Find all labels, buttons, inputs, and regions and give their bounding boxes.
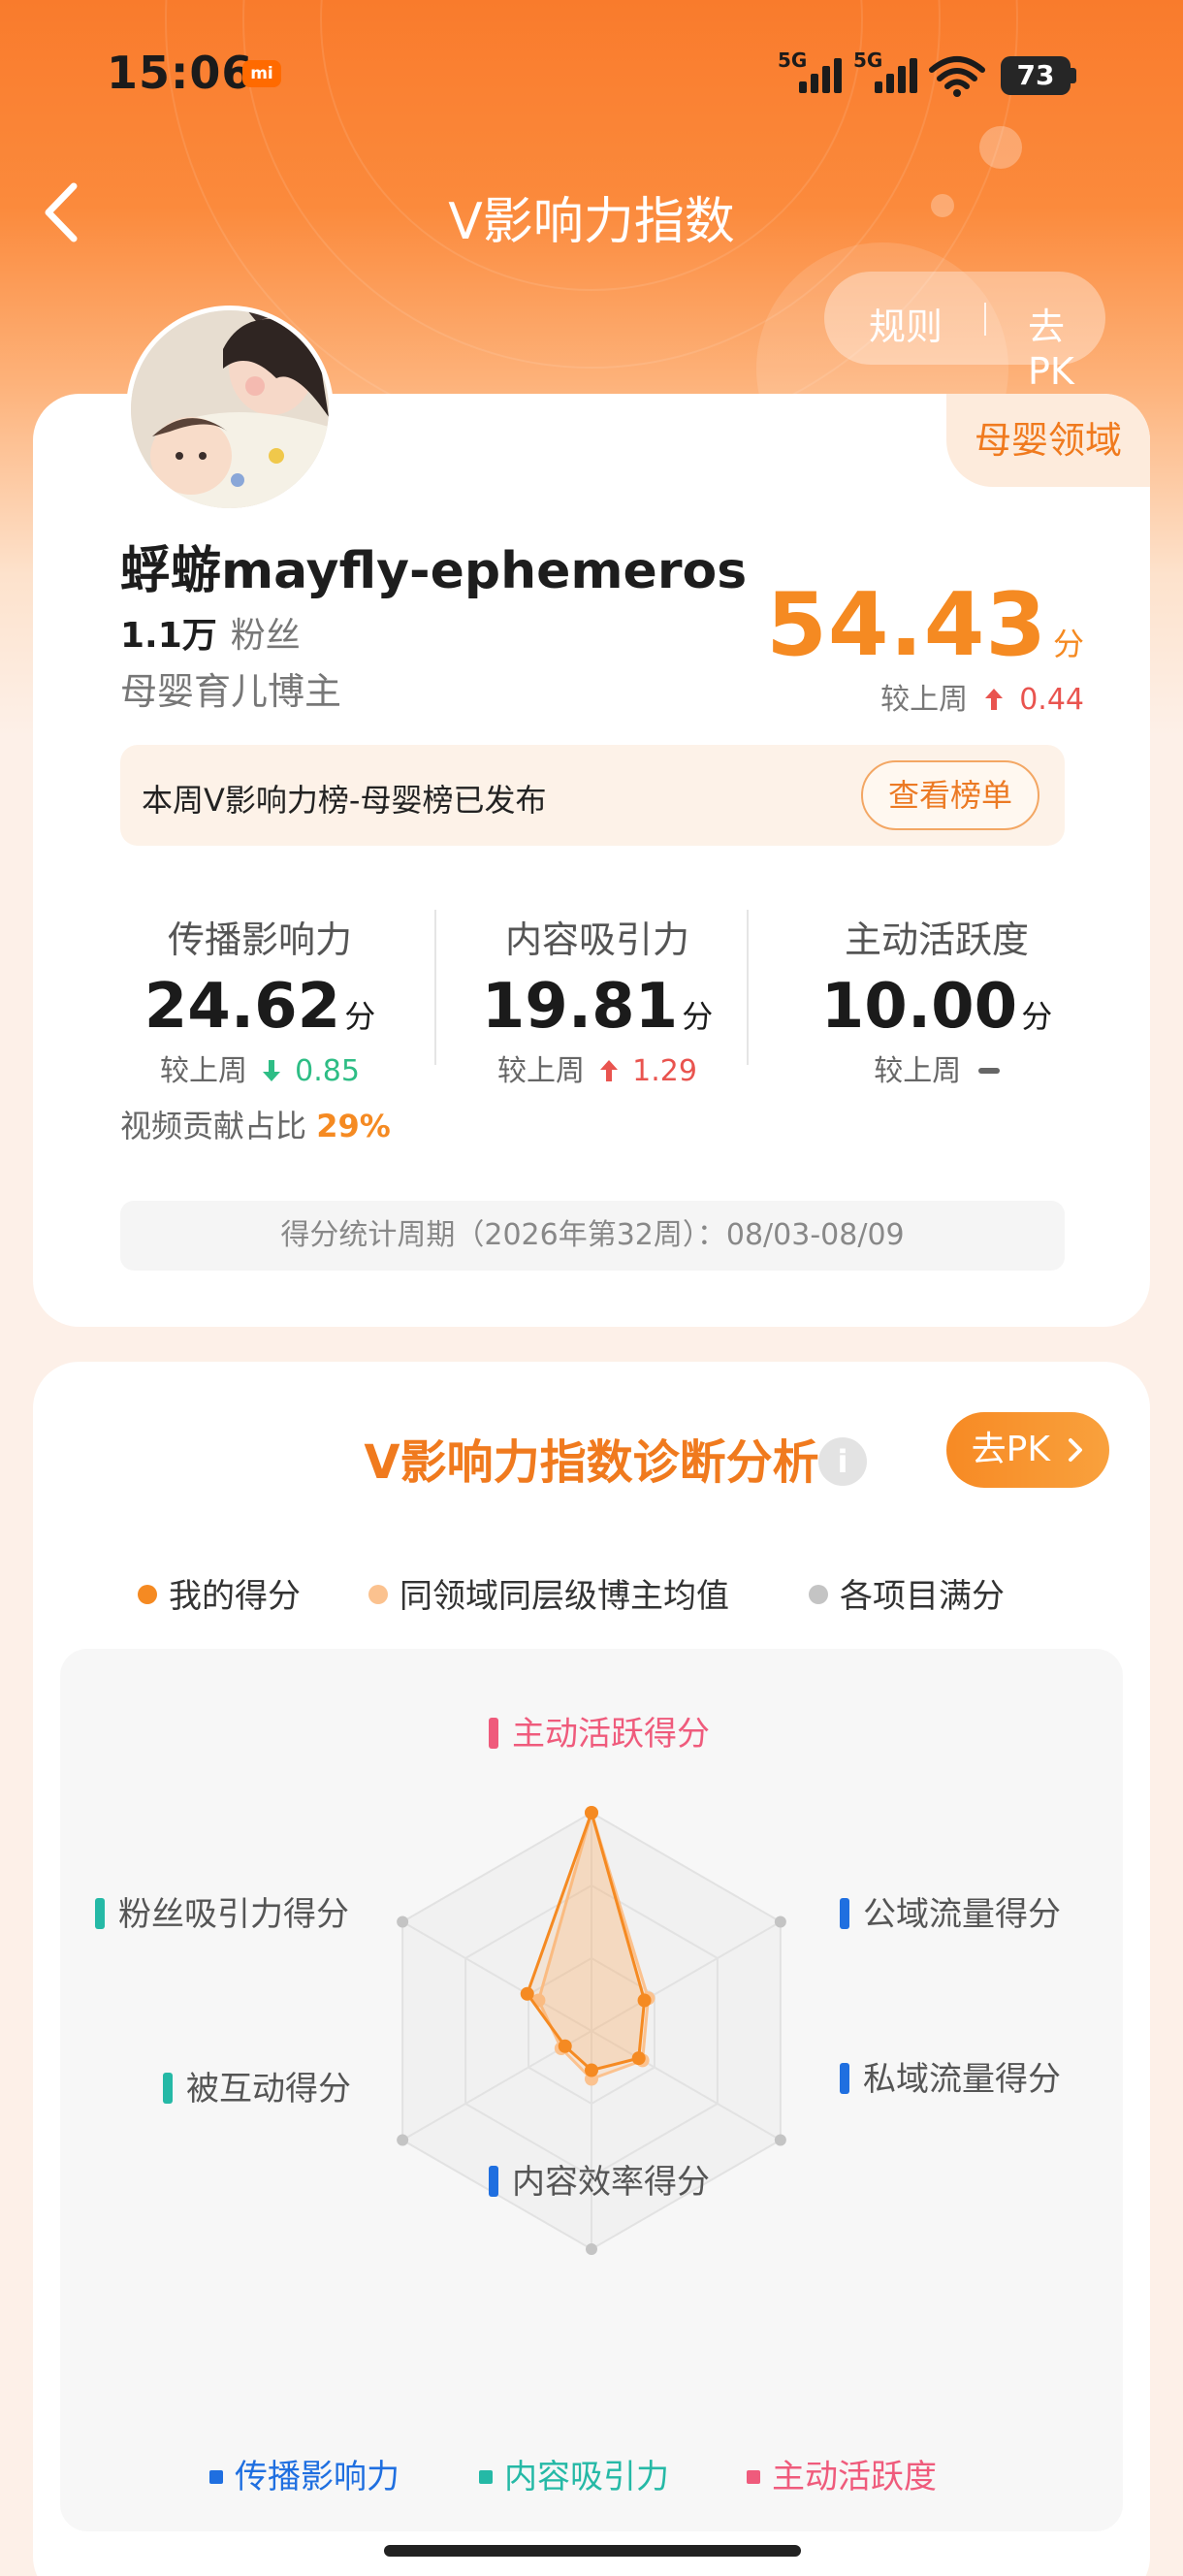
video-share: 视频贡献占比 29% bbox=[120, 1102, 391, 1146]
fans-label: 粉丝 bbox=[230, 616, 301, 656]
radar-point-mine bbox=[631, 2051, 646, 2066]
radar-point-full bbox=[397, 1916, 409, 1928]
metric-divider bbox=[434, 910, 436, 1065]
signal-icon: 5G bbox=[778, 48, 855, 97]
chevron-right-icon bbox=[1069, 1438, 1083, 1462]
total-score-unit: 分 bbox=[1052, 626, 1084, 662]
total-score-value: 54.43 bbox=[766, 574, 1047, 676]
metric-compare: 较上周 bbox=[782, 1046, 1092, 1089]
radar-point-mine bbox=[558, 2039, 572, 2053]
arrow-down-icon bbox=[262, 1060, 280, 1081]
group-legend-activity: 主动活跃度 bbox=[747, 2450, 937, 2497]
clock: 15:06 bbox=[107, 47, 254, 99]
radar-point-mine bbox=[585, 2063, 598, 2077]
video-share-label: 视频贡献占比 bbox=[120, 1108, 307, 1144]
pk-link[interactable]: 去PK bbox=[1028, 297, 1105, 393]
info-icon[interactable]: i bbox=[818, 1437, 867, 1486]
score-period: 得分统计周期（2026年第32周）：08/03-08/09 bbox=[120, 1201, 1065, 1271]
arrow-up-icon bbox=[599, 1060, 618, 1081]
delta-value: 0.44 bbox=[1019, 683, 1084, 717]
notice-text: 本周V影响力榜-母婴榜已发布 bbox=[142, 782, 547, 819]
total-score: 54.43 分 bbox=[766, 574, 1084, 676]
rules-link[interactable]: 规则 bbox=[869, 297, 943, 350]
metric-divider bbox=[747, 910, 749, 1065]
avatar[interactable] bbox=[126, 306, 334, 513]
legend-average: 同领域同层级博主均值 bbox=[368, 1569, 729, 1617]
arrow-up-icon bbox=[984, 689, 1003, 710]
axis-label-public-traffic: 公域流量得分 bbox=[840, 1887, 1061, 1935]
axis-label-private-traffic: 私域流量得分 bbox=[840, 2052, 1061, 2100]
metric-label: 主动活跃度 bbox=[844, 918, 1029, 961]
axis-label-fan-attraction: 粉丝吸引力得分 bbox=[95, 1887, 349, 1935]
axis-label-interaction: 被互动得分 bbox=[163, 2062, 351, 2109]
radar-panel: 主动活跃得分 公域流量得分 私域流量得分 内容效率得分 被互动得分 粉丝吸引力得… bbox=[60, 1649, 1123, 2531]
axis-label-activity: 主动活跃得分 bbox=[489, 1707, 710, 1755]
pill-divider bbox=[984, 303, 986, 336]
flat-dash-icon bbox=[977, 1068, 1000, 1074]
battery-tip bbox=[1071, 68, 1076, 83]
wifi-icon bbox=[929, 56, 985, 97]
metric-activity: 主动活跃度 10.00 分 较上周 bbox=[782, 910, 1092, 1089]
metric-compare: 较上周 0.85 bbox=[160, 1054, 360, 1088]
metric-label: 内容吸引力 bbox=[504, 918, 689, 961]
compare-label: 较上周 bbox=[880, 683, 969, 717]
axis-label-content-efficiency: 内容效率得分 bbox=[489, 2155, 710, 2203]
legend-full: 各项目满分 bbox=[809, 1569, 1005, 1617]
metric-spread: 传播影响力 24.62 分 较上周 0.85 bbox=[105, 910, 415, 1089]
fans-count: 1.1万 bbox=[120, 616, 217, 656]
mi-icon: mi bbox=[242, 60, 281, 87]
rules-pk-pill: 规则 去PK bbox=[824, 272, 1105, 393]
group-legend-spread: 传播影响力 bbox=[209, 2450, 400, 2497]
signal-icon: 5G bbox=[853, 48, 931, 97]
status-bar: 15:06 mi 5G 5G 73 bbox=[0, 0, 1183, 145]
metric-label: 传播影响力 bbox=[167, 918, 352, 961]
radar-point-mine bbox=[585, 1806, 598, 1819]
radar-point-mine bbox=[637, 1993, 652, 2008]
avatar-illustration bbox=[131, 310, 329, 508]
radar-point-full bbox=[397, 2134, 409, 2146]
user-role: 母婴育儿博主 bbox=[120, 670, 342, 713]
group-legend-content: 内容吸引力 bbox=[479, 2450, 669, 2497]
diagnosis-card: V影响力指数诊断分析 i 去PK 我的得分 同领域同层级博主均值 各项目满分 主… bbox=[33, 1362, 1150, 2576]
metric-content: 内容吸引力 19.81 分 较上周 1.29 bbox=[442, 910, 752, 1089]
video-share-value: 29% bbox=[316, 1108, 391, 1144]
total-score-delta: 较上周 0.44 bbox=[880, 675, 1084, 718]
metric-compare: 较上周 1.29 bbox=[497, 1054, 697, 1088]
fans-info: 1.1万 粉丝 bbox=[120, 607, 301, 658]
domain-tag: 母婴领域 bbox=[946, 394, 1150, 487]
radar-point-full bbox=[774, 1916, 786, 1928]
battery-icon: 73 bbox=[1001, 56, 1071, 95]
legend-mine: 我的得分 bbox=[138, 1569, 301, 1617]
radar-point-full bbox=[774, 2134, 786, 2146]
profile-card: 母婴领域 蜉蝣mayfly-ephemeros 1.1万 粉丝 母婴育儿博主 54… bbox=[33, 394, 1150, 1327]
pk-button[interactable]: 去PK bbox=[946, 1412, 1109, 1488]
radar-point-full bbox=[586, 2243, 597, 2255]
user-name: 蜉蝣mayfly-ephemeros bbox=[120, 542, 748, 600]
view-ranking-button[interactable]: 查看榜单 bbox=[861, 760, 1039, 830]
metric-value: 24.62 分 bbox=[144, 971, 376, 1043]
home-indicator[interactable] bbox=[384, 2545, 801, 2557]
page-title: V影响力指数 bbox=[448, 193, 735, 251]
metric-value: 10.00 分 bbox=[820, 971, 1053, 1043]
radar-point-mine bbox=[520, 1986, 534, 2001]
ranking-notice: 本周V影响力榜-母婴榜已发布 查看榜单 bbox=[120, 745, 1065, 846]
metric-value: 19.81 分 bbox=[481, 971, 714, 1043]
